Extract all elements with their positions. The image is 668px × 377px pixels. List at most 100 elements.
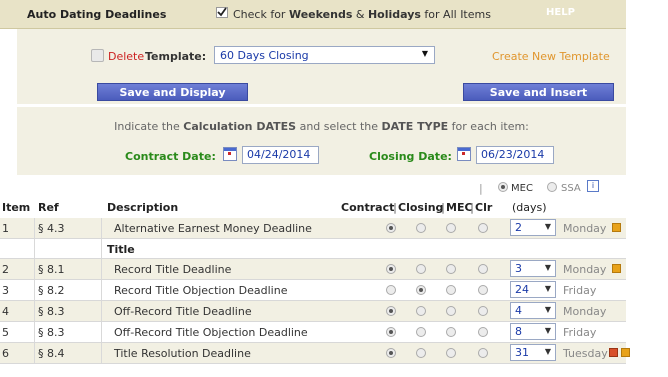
day-of-week: Monday	[563, 222, 607, 235]
days-value: 3	[515, 262, 522, 275]
closing-radio[interactable]	[416, 327, 426, 337]
days-select[interactable]: 3 ▼	[510, 260, 556, 277]
template-select[interactable]: 60 Days Closing ▼	[214, 46, 435, 64]
col-header-item: Item	[2, 201, 31, 214]
col-header-contract: Contract	[341, 201, 395, 214]
col-divider: |	[470, 201, 475, 214]
days-select[interactable]: 8 ▼	[510, 323, 556, 340]
contract-radio[interactable]	[386, 285, 396, 295]
mec-radio[interactable]	[446, 223, 456, 233]
delete-label: Delete	[108, 50, 145, 63]
row-item: 2	[2, 263, 9, 276]
holiday-flag-icon[interactable]	[621, 348, 630, 357]
table-row: 4 § 8.3 Off-Record Title Deadline 4 ▼ Mon…	[0, 301, 626, 322]
mec-radio[interactable]	[446, 327, 456, 337]
row-description: Alternative Earnest Money Deadline	[114, 222, 312, 235]
days-select[interactable]: 4 ▼	[510, 302, 556, 319]
row-description: Off-Record Title Deadline	[114, 305, 252, 318]
clear-radio[interactable]	[478, 285, 488, 295]
weekend-holiday-checkbox[interactable]	[216, 7, 228, 18]
section-row: Title	[0, 239, 626, 259]
row-description: Title Resolution Deadline	[114, 347, 251, 360]
table-row: 2 § 8.1 Record Title Deadline 3 ▼ Monday	[0, 259, 626, 280]
clear-radio[interactable]	[478, 264, 488, 274]
row-ref: § 8.3	[38, 305, 65, 318]
closing-radio[interactable]	[416, 285, 426, 295]
chevron-down-icon: ▼	[544, 284, 551, 293]
day-of-week: Friday	[563, 284, 597, 297]
contract-date-input[interactable]: 04/24/2014	[242, 146, 319, 164]
clear-radio[interactable]	[478, 223, 488, 233]
divider	[34, 343, 35, 363]
contract-radio[interactable]	[386, 306, 396, 316]
col-header-closing: Closing	[398, 201, 444, 214]
closing-radio[interactable]	[416, 223, 426, 233]
clear-radio[interactable]	[478, 306, 488, 316]
days-value: 2	[515, 221, 522, 234]
days-select[interactable]: 24 ▼	[510, 281, 556, 298]
holiday-flag-icon[interactable]	[612, 264, 621, 273]
row-ref: § 8.2	[38, 284, 65, 297]
info-icon[interactable]: i	[587, 180, 599, 192]
holiday-flag-icon[interactable]	[612, 223, 621, 232]
mec-radio[interactable]	[446, 285, 456, 295]
days-value: 8	[515, 325, 522, 338]
section-title: Title	[107, 243, 135, 256]
divider	[101, 239, 102, 258]
contract-radio[interactable]	[386, 348, 396, 358]
save-insert-button[interactable]: Save and Insert	[463, 83, 614, 101]
contract-radio[interactable]	[386, 327, 396, 337]
divider	[101, 280, 102, 300]
date-mode-row: | MEC SSA i	[0, 178, 626, 198]
mec-radio[interactable]	[446, 264, 456, 274]
delete-template-checkbox[interactable]	[91, 49, 104, 62]
row-item: 6	[2, 347, 9, 360]
chevron-down-icon: ▼	[544, 263, 551, 272]
calendar-icon[interactable]	[223, 147, 237, 161]
col-divider: |	[393, 201, 398, 214]
mec-radio[interactable]	[498, 182, 508, 192]
chevron-down-icon: ▼	[544, 347, 551, 356]
closing-date-input[interactable]: 06/23/2014	[476, 146, 554, 164]
col-header-description: Description	[107, 201, 179, 214]
days-select[interactable]: 2 ▼	[510, 219, 556, 236]
divider	[34, 301, 35, 321]
day-of-week: Friday	[563, 326, 597, 339]
calendar-icon[interactable]	[457, 147, 471, 161]
days-select[interactable]: 31 ▼	[510, 344, 556, 361]
closing-radio[interactable]	[416, 306, 426, 316]
mec-radio[interactable]	[446, 348, 456, 358]
closing-date-label: Closing Date:	[369, 150, 452, 163]
chevron-down-icon: ▼	[544, 305, 551, 314]
help-link[interactable]: HELP	[546, 7, 575, 18]
row-ref: § 4.3	[38, 222, 65, 235]
table-row: 3 § 8.2 Record Title Objection Deadline …	[0, 280, 626, 301]
row-description: Off-Record Title Objection Deadline	[114, 326, 308, 339]
contract-radio[interactable]	[386, 264, 396, 274]
day-of-week: Tuesday	[563, 347, 608, 360]
divider	[34, 239, 35, 258]
closing-radio[interactable]	[416, 264, 426, 274]
col-header-clr: Clr	[475, 201, 493, 214]
table-row: 1 § 4.3 Alternative Earnest Money Deadli…	[0, 218, 626, 239]
save-display-button[interactable]: Save and Display	[97, 83, 248, 101]
clear-radio[interactable]	[478, 327, 488, 337]
col-divider: |	[441, 201, 446, 214]
col-header-ref: Ref	[38, 201, 59, 214]
table-row: 5 § 8.3 Off-Record Title Objection Deadl…	[0, 322, 626, 343]
divider: |	[479, 182, 483, 195]
col-header-mec: MEC	[446, 201, 473, 214]
contract-radio[interactable]	[386, 223, 396, 233]
divider	[34, 259, 35, 279]
create-template-link[interactable]: Create New Template	[492, 50, 610, 63]
divider	[34, 280, 35, 300]
clear-radio[interactable]	[478, 348, 488, 358]
divider	[101, 301, 102, 321]
closing-radio[interactable]	[416, 348, 426, 358]
weekend-flag-icon[interactable]	[609, 348, 618, 357]
ssa-radio[interactable]	[547, 182, 557, 192]
mec-radio[interactable]	[446, 306, 456, 316]
divider	[34, 218, 35, 238]
page-title: Auto Dating Deadlines	[27, 8, 167, 21]
divider	[101, 322, 102, 342]
